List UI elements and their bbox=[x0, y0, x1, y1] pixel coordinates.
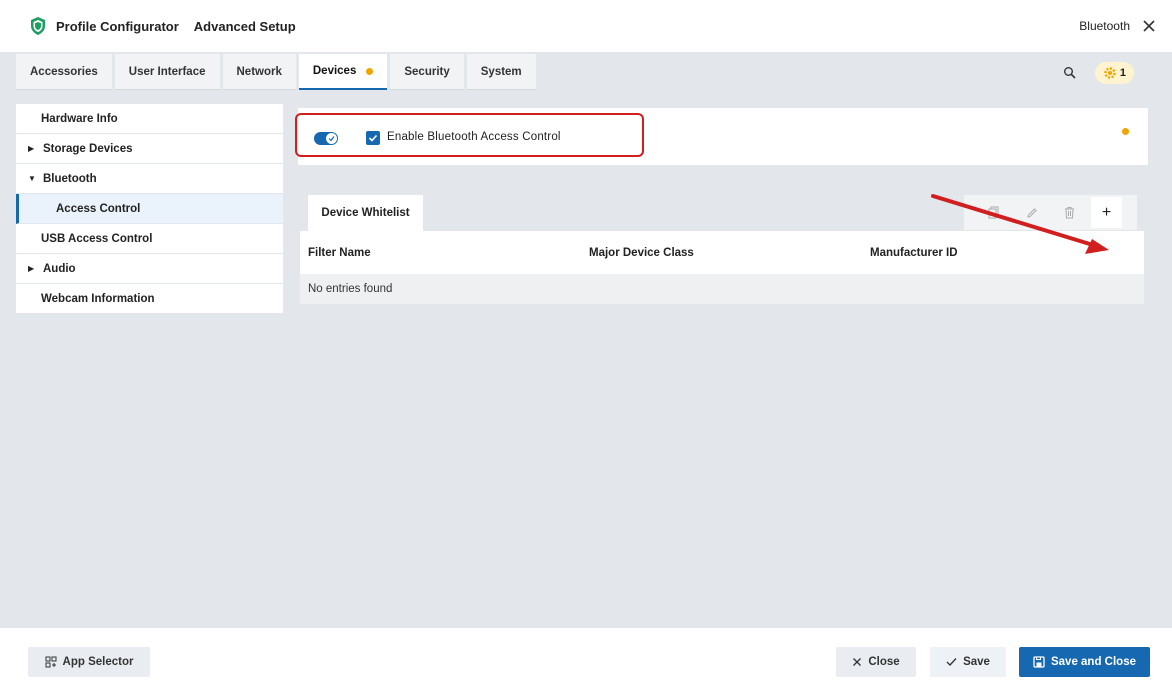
save-button[interactable]: Save bbox=[930, 647, 1006, 677]
sidebar-item-label: Access Control bbox=[56, 202, 141, 215]
sidebar-item-label: USB Access Control bbox=[41, 232, 153, 245]
button-label: Save bbox=[963, 656, 990, 668]
tab-label: Network bbox=[236, 65, 282, 78]
sidebar: Hardware Info ▶ Storage Devices ▼ Bluetoot… bbox=[16, 104, 283, 314]
column-header-filter-name[interactable]: Filter Name bbox=[300, 247, 581, 259]
grid-icon bbox=[45, 656, 57, 668]
check-icon bbox=[946, 658, 957, 666]
tab-label: Accessories bbox=[30, 65, 98, 78]
tab-user-interface[interactable]: User Interface bbox=[114, 54, 220, 90]
sidebar-item-usb-access-control[interactable]: USB Access Control bbox=[16, 224, 283, 254]
tab-label: Device Whitelist bbox=[321, 207, 410, 219]
tab-accessories[interactable]: Accessories bbox=[16, 54, 112, 90]
sidebar-item-hardware-info[interactable]: Hardware Info bbox=[16, 104, 283, 134]
tab-devices[interactable]: Devices bbox=[298, 54, 388, 90]
notification-count: 1 bbox=[1119, 67, 1126, 79]
save-and-close-button[interactable]: Save and Close bbox=[1019, 647, 1150, 677]
empty-table-message: No entries found bbox=[300, 274, 1144, 304]
caret-down-icon[interactable]: ▼ bbox=[28, 174, 37, 183]
tab-label: System bbox=[480, 65, 522, 78]
tab-network[interactable]: Network bbox=[222, 54, 296, 90]
tab-security[interactable]: Security bbox=[390, 54, 464, 90]
button-label: Close bbox=[868, 656, 900, 668]
tab-system[interactable]: System bbox=[466, 54, 536, 90]
bluetooth-access-panel: Enable Bluetooth Access Control bbox=[295, 108, 1148, 165]
floppy-disk-icon bbox=[1033, 656, 1045, 668]
enable-bluetooth-label[interactable]: Enable Bluetooth Access Control bbox=[387, 131, 561, 143]
close-window-icon[interactable] bbox=[1142, 19, 1156, 33]
gear-alert-icon bbox=[1104, 67, 1116, 79]
footer-bar: App Selector Close Save Save and Close bbox=[0, 628, 1172, 682]
tab-label: User Interface bbox=[128, 65, 206, 78]
context-label: Bluetooth bbox=[1079, 19, 1130, 33]
tab-device-whitelist[interactable]: Device Whitelist bbox=[308, 195, 423, 231]
check-icon bbox=[368, 134, 378, 142]
toggle-knob bbox=[326, 133, 337, 144]
annotation-arrow-icon bbox=[931, 194, 1109, 254]
sidebar-item-label: Bluetooth bbox=[43, 172, 97, 185]
search-icon[interactable] bbox=[1063, 66, 1077, 80]
app-title: Profile Configurator bbox=[56, 18, 179, 34]
header-tools: 1 bbox=[1063, 62, 1134, 84]
tab-label: Security bbox=[404, 65, 450, 78]
workspace: Accessories User Interface Network Devic… bbox=[0, 52, 1172, 628]
shield-logo-icon bbox=[31, 17, 45, 35]
caret-right-icon[interactable]: ▶ bbox=[28, 264, 37, 273]
enable-bluetooth-checkbox[interactable] bbox=[366, 131, 380, 145]
caret-right-icon[interactable]: ▶ bbox=[28, 144, 37, 153]
main-tabs: Accessories User Interface Network Devic… bbox=[16, 54, 539, 90]
close-icon bbox=[853, 658, 862, 666]
sidebar-item-storage-devices[interactable]: ▶ Storage Devices bbox=[16, 134, 283, 164]
sidebar-item-audio[interactable]: ▶ Audio bbox=[16, 254, 283, 284]
sidebar-item-label: Webcam Information bbox=[41, 292, 155, 305]
button-label: App Selector bbox=[62, 656, 134, 668]
notification-badge[interactable]: 1 bbox=[1094, 62, 1134, 84]
sidebar-item-label: Storage Devices bbox=[43, 142, 133, 155]
check-icon bbox=[328, 136, 335, 142]
app-selector-button[interactable]: App Selector bbox=[28, 647, 150, 677]
modified-dot bbox=[1122, 128, 1129, 135]
button-label: Save and Close bbox=[1050, 656, 1136, 668]
close-button[interactable]: Close bbox=[836, 647, 916, 677]
sidebar-item-label: Audio bbox=[43, 262, 76, 275]
page-subtitle: Advanced Setup bbox=[193, 18, 296, 34]
sidebar-item-bluetooth[interactable]: ▼ Bluetooth bbox=[16, 164, 283, 194]
modified-dot bbox=[366, 67, 374, 75]
sidebar-item-label: Hardware Info bbox=[41, 112, 118, 125]
tab-label: Devices bbox=[312, 65, 357, 77]
bluetooth-toggle[interactable] bbox=[314, 132, 338, 145]
sidebar-item-webcam-information[interactable]: Webcam Information bbox=[16, 284, 283, 314]
sidebar-item-access-control[interactable]: Access Control bbox=[16, 194, 283, 224]
title-bar: Profile Configurator Advanced Setup Blue… bbox=[0, 0, 1172, 52]
column-header-major-device-class[interactable]: Major Device Class bbox=[581, 247, 862, 259]
